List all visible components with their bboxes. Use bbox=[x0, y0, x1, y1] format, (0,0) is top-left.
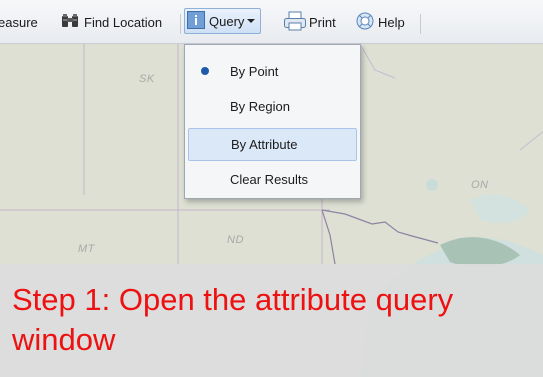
toolbar-divider bbox=[180, 14, 181, 34]
find-location-label: Find Location bbox=[84, 14, 163, 30]
map-label-on: ON bbox=[471, 179, 489, 191]
menu-item-clear-results[interactable]: Clear Results bbox=[188, 164, 357, 194]
measure-label: easure bbox=[0, 14, 38, 30]
map-label-mt: MT bbox=[78, 243, 95, 255]
menu-item-label: Clear Results bbox=[230, 171, 309, 187]
info-icon bbox=[187, 10, 205, 32]
selected-radio-icon bbox=[201, 67, 209, 75]
query-label: Query bbox=[209, 13, 245, 29]
help-label: Help bbox=[378, 14, 405, 30]
binoculars-icon bbox=[60, 13, 80, 32]
find-location-button[interactable]: Find Location bbox=[60, 0, 162, 44]
menu-item-by-attribute[interactable]: By Attribute bbox=[188, 128, 357, 161]
caption-text: Step 1: Open the attribute query window bbox=[12, 282, 454, 357]
chevron-down-icon bbox=[247, 19, 256, 23]
map-toolbar: easure Find Location Query Print Help bbox=[0, 0, 543, 44]
print-button[interactable]: Print bbox=[283, 0, 336, 44]
query-dropdown-button[interactable]: Query bbox=[184, 8, 262, 34]
menu-item-label: By Region bbox=[230, 98, 290, 114]
map-label-nd: ND bbox=[227, 234, 244, 246]
toolbar-divider bbox=[420, 14, 421, 34]
tutorial-caption: Step 1: Open the attribute query window bbox=[0, 264, 543, 377]
menu-item-label: By Attribute bbox=[231, 137, 298, 152]
print-label: Print bbox=[309, 14, 336, 30]
menu-item-by-region[interactable]: By Region bbox=[188, 91, 357, 121]
measure-button[interactable]: easure bbox=[0, 0, 38, 44]
printer-icon bbox=[283, 11, 307, 34]
menu-item-by-point[interactable]: By Point bbox=[188, 56, 357, 86]
help-icon bbox=[356, 12, 374, 33]
help-button[interactable]: Help bbox=[356, 0, 405, 44]
map-label-sk: SK bbox=[139, 73, 155, 85]
menu-item-label: By Point bbox=[230, 63, 279, 79]
query-dropdown-menu: By Point By Region By Attribute Clear Re… bbox=[184, 44, 361, 199]
